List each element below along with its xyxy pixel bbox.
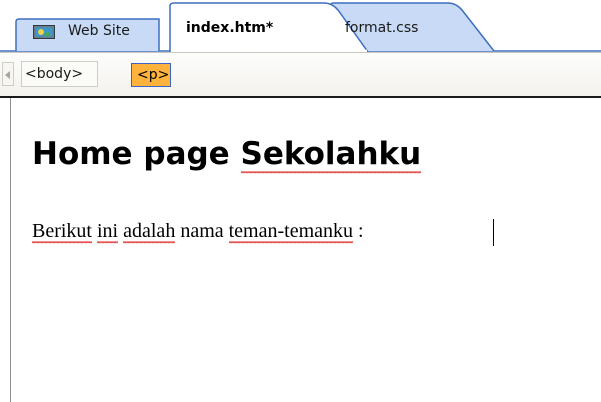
tab-web-site-label: Web Site (68, 23, 130, 39)
paragraph-text[interactable]: Berikut ini adalah nama teman-temanku : (32, 218, 364, 244)
para-word-nama: nama (180, 220, 224, 242)
para-word-berikut: Berikut (32, 220, 92, 244)
chevron-left-icon (5, 71, 10, 79)
heading-word-home: Home (32, 136, 133, 172)
tag-p-button[interactable]: <p> (131, 63, 171, 87)
tab-web-site[interactable]: Web Site (16, 20, 159, 45)
document-tab-strip: Web Site index.htm* format.css (0, 0, 601, 52)
para-word-teman-temanku: teman-temanku (228, 220, 354, 244)
text-caret (493, 219, 494, 246)
tab-format-css-label: format.css (345, 20, 419, 36)
para-word-adalah: adalah (123, 220, 176, 244)
para-word-ini: ini (97, 220, 119, 244)
page-heading[interactable]: Home page Sekolahku (32, 134, 422, 174)
tag-body-button[interactable]: <body> (21, 61, 98, 87)
editor-window: Web Site index.htm* format.css <body> <p… (0, 0, 601, 402)
tab-index-htm-label: index.htm* (186, 20, 274, 36)
website-icon (33, 25, 55, 39)
heading-word-page: page (143, 136, 230, 172)
para-word-colon: : (358, 220, 364, 242)
tag-scroll-left-button[interactable] (2, 62, 14, 86)
tag-selector-bar: <body> <p> (0, 52, 601, 96)
heading-word-sekolahku: Sekolahku (240, 136, 422, 174)
editor-left-border (10, 98, 11, 402)
